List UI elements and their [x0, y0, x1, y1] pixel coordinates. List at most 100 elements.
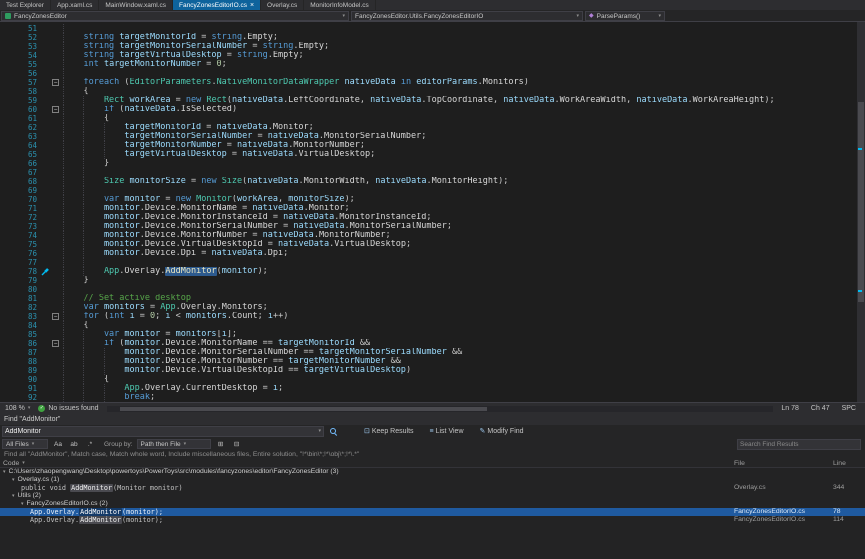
code-text: int targetMonitorNumber = 0;: [63, 60, 865, 69]
code-text: }: [63, 276, 865, 285]
expander-icon[interactable]: ▾: [12, 492, 15, 500]
project-dropdown[interactable]: FancyZonesEditor ▾: [1, 11, 349, 21]
scope-dropdown[interactable]: All Files ▾: [2, 439, 48, 449]
code-text: monitor.Device.MonitorSerialNumber = nat…: [63, 222, 865, 231]
code-token: }: [83, 276, 88, 285]
fold-collapse-icon[interactable]: −: [52, 313, 59, 320]
line-number: 55: [0, 60, 40, 69]
code-editor[interactable]: 5152string targetMonitorId = string.Empt…: [0, 22, 865, 402]
code-text: {: [63, 321, 865, 330]
fold-collapse-icon[interactable]: −: [52, 79, 59, 86]
results-filter-input[interactable]: [740, 441, 858, 448]
find-group-row[interactable]: ▾C:\Users\zhaopengwang\Desktop\powertoys…: [0, 468, 865, 476]
code-token: in: [401, 78, 411, 87]
whole-word-button[interactable]: ab: [68, 441, 80, 448]
group-by-dropdown[interactable]: Path then File ▾: [137, 439, 211, 449]
result-snippet: (Monitor monitor): [113, 484, 183, 492]
code-token: nativeData: [278, 240, 329, 249]
indent-guide: [83, 213, 103, 222]
fold-collapse-icon[interactable]: −: [52, 106, 59, 113]
code-token: MonitorNumber: [293, 141, 360, 150]
list-view-button[interactable]: ≡ List View: [427, 428, 467, 435]
code-token: );: [764, 96, 774, 105]
chevron-down-icon: ▾: [342, 14, 345, 19]
tab-test-explorer[interactable]: Test Explorer: [0, 0, 51, 10]
fold-margin: [52, 24, 63, 33]
tab-fancyzoneseditorio-cs[interactable]: FancyZonesEditorIO.cs×: [173, 0, 261, 10]
fold-region: −: [52, 339, 63, 348]
zoom-control[interactable]: 108 % ▾: [5, 405, 30, 412]
code-token: ;: [324, 42, 329, 51]
expander-icon[interactable]: ▾: [12, 476, 15, 484]
code-token: new: [176, 195, 191, 204]
tab-close-icon[interactable]: ×: [250, 2, 254, 9]
line-number: 52: [0, 33, 40, 42]
quick-actions-screwdriver-icon[interactable]: [40, 267, 52, 276]
code-token: MonitorSerialNumber: [201, 348, 298, 357]
tab-overlay-cs[interactable]: Overlay.cs: [261, 0, 304, 10]
glyph-margin: [40, 294, 52, 303]
match-case-button[interactable]: Aa: [52, 441, 64, 448]
indent-guide: [63, 159, 83, 168]
code-line-69: 69: [0, 186, 865, 195]
scrollbar-thumb[interactable]: [120, 407, 487, 411]
code-line-71: 71monitor.Device.MonitorName = nativeDat…: [0, 204, 865, 213]
indent-guide: [63, 276, 83, 285]
file-column-header[interactable]: File: [734, 460, 831, 467]
code-token: monitor: [104, 222, 140, 231]
member-dropdown[interactable]: ◆ ParseParams() ▾: [585, 11, 665, 21]
code-token: ;: [155, 312, 165, 321]
line-number: 76: [0, 249, 40, 258]
editor-scrollbar[interactable]: [857, 22, 865, 402]
code-token: (: [99, 312, 109, 321]
scrollbar-thumb[interactable]: [858, 102, 864, 302]
code-token: =: [278, 222, 293, 231]
code-token: TopCoordinate: [426, 96, 493, 105]
find-result-row[interactable]: public void AddMonitor(Monitor monitor)O…: [0, 484, 865, 492]
code-column-header[interactable]: Code ▾: [0, 460, 734, 467]
tab-label: MonitorInfoModel.cs: [310, 2, 369, 9]
horizontal-scrollbar[interactable]: [107, 406, 774, 412]
tab-monitorinfomodel-cs[interactable]: MonitorInfoModel.cs: [304, 0, 376, 10]
code-token: ;: [406, 240, 411, 249]
regex-button[interactable]: .*: [84, 441, 96, 448]
code-text: {: [63, 114, 865, 123]
tab-app-xaml-cs[interactable]: App.xaml.cs: [51, 0, 99, 10]
indent-guide: [63, 114, 83, 123]
fold-collapse-icon[interactable]: −: [52, 340, 59, 347]
code-token: &&: [385, 357, 400, 366]
code-token: ;: [283, 249, 288, 258]
line-column-header[interactable]: Line: [831, 460, 865, 467]
document-health-indicator[interactable]: ✓ No issues found: [38, 405, 98, 412]
type-dropdown[interactable]: FancyZonesEditor.Utils.FancyZonesEditorI…: [351, 11, 583, 21]
expander-icon[interactable]: ▾: [21, 500, 24, 508]
code-token: targetVirtualDesktop: [304, 366, 406, 375]
code-token: Empty: [273, 51, 299, 60]
expander-icon[interactable]: ▾: [3, 468, 6, 476]
glyph-margin: [40, 186, 52, 195]
find-group-row[interactable]: ▾Utils (2): [0, 492, 865, 500]
indent-guide: [83, 123, 103, 132]
find-result-row[interactable]: App.Overlay.AddMonitor(monitor);FancyZon…: [0, 508, 865, 516]
code-token: ==: [298, 348, 318, 357]
find-group-row[interactable]: ▾Overlay.cs (1): [0, 476, 865, 484]
find-group-row[interactable]: ▾FancyZonesEditorIO.cs (2): [0, 500, 865, 508]
collapse-all-button[interactable]: ⊟: [231, 440, 243, 448]
search-icon[interactable]: [329, 427, 338, 436]
code-token: ;: [385, 231, 390, 240]
code-token: MonitorNumber: [201, 357, 268, 366]
code-token: ;: [263, 303, 268, 312]
modify-find-button[interactable]: ✎ Modify Find: [477, 428, 527, 435]
find-query-input[interactable]: [5, 428, 318, 435]
code-token: ,: [360, 96, 370, 105]
code-text: var monitor = monitors[i];: [63, 330, 865, 339]
result-code-cell: App.Overlay.AddMonitor(monitor);: [0, 516, 734, 524]
indent-guide: [83, 240, 103, 249]
tab-mainwindow-xaml-cs[interactable]: MainWindow.xaml.cs: [99, 0, 173, 10]
find-result-row[interactable]: App.Overlay.AddMonitor(monitor);FancyZon…: [0, 516, 865, 524]
code-token: monitor: [124, 348, 160, 357]
expand-all-button[interactable]: ⊞: [215, 440, 227, 448]
keep-results-toggle[interactable]: ⊡ Keep Results: [361, 428, 417, 435]
modify-find-label: Modify Find: [487, 428, 523, 435]
code-token: ;: [278, 384, 283, 393]
